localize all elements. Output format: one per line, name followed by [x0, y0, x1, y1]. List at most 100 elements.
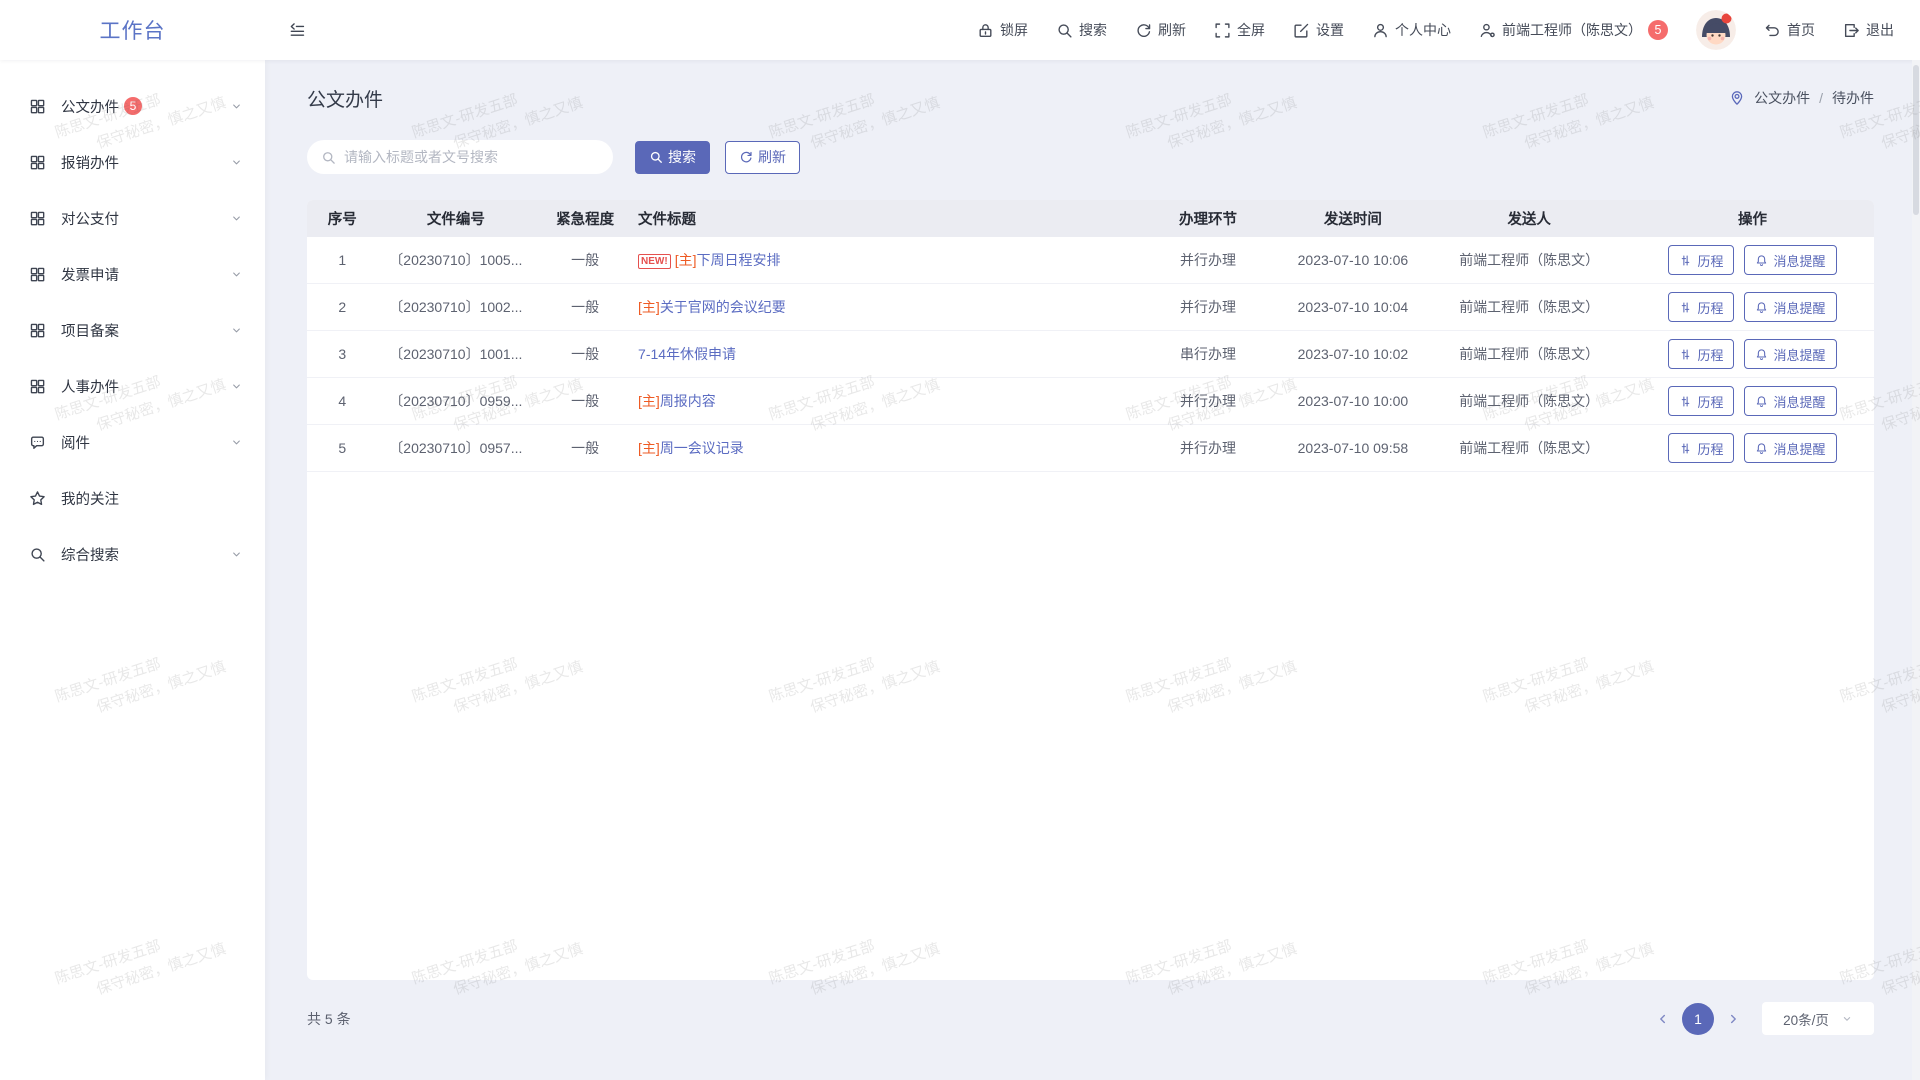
refresh-button[interactable]: 刷新	[725, 141, 800, 174]
table-row: 4〔20230710〕0959...一般[主]周报内容并行办理2023-07-1…	[307, 378, 1874, 425]
star-icon	[29, 490, 46, 507]
sidebar-item-docs[interactable]: 公文办件 5	[0, 78, 265, 134]
page-number-1[interactable]: 1	[1682, 1003, 1714, 1035]
action-button-label: 历程	[1697, 345, 1723, 364]
header-action-settings[interactable]: 设置	[1293, 20, 1344, 40]
grid-icon	[29, 154, 46, 171]
history-button[interactable]: 历程	[1668, 339, 1734, 369]
refresh-button-label: 刷新	[758, 147, 786, 167]
lock-icon	[977, 22, 994, 39]
document-title-link[interactable]: 7-14年休假申请	[638, 346, 736, 362]
header-action-lock[interactable]: 锁屏	[977, 20, 1028, 40]
cell-sender: 前端工程师（陈思文）	[1427, 438, 1631, 458]
refresh-icon	[739, 150, 753, 164]
cell-time: 2023-07-10 10:06	[1278, 252, 1427, 268]
header-action-refresh[interactable]: 刷新	[1135, 20, 1186, 40]
cell-actions: 历程 消息提醒	[1631, 245, 1874, 275]
cell-step: 并行办理	[1137, 250, 1278, 270]
message-remind-button[interactable]: 消息提醒	[1744, 339, 1836, 369]
chevron-down-icon	[230, 100, 243, 113]
header-action-label: 锁屏	[1000, 20, 1028, 40]
new-badge: NEW!	[638, 254, 671, 269]
history-button[interactable]: 历程	[1668, 292, 1734, 322]
message-icon	[29, 434, 46, 451]
document-title-link[interactable]: [主]下周日程安排	[675, 252, 781, 268]
message-remind-button[interactable]: 消息提醒	[1744, 386, 1836, 416]
search-icon	[649, 150, 663, 164]
document-title-link[interactable]: [主]周一会议记录	[638, 440, 744, 456]
header-action-fullscreen[interactable]: 全屏	[1214, 20, 1265, 40]
header-action-profile[interactable]: 个人中心	[1372, 20, 1451, 40]
sidebar-item-payment[interactable]: 对公支付	[0, 190, 265, 246]
bell-icon	[1755, 301, 1768, 314]
sidebar-item-reimburse[interactable]: 报销办件	[0, 134, 265, 190]
breadcrumb-separator: /	[1819, 90, 1823, 106]
document-title-link[interactable]: [主]关于官网的会议纪要	[638, 299, 786, 315]
sidebar-item-reading[interactable]: 阅件	[0, 414, 265, 470]
cell-time: 2023-07-10 10:04	[1278, 299, 1427, 315]
sidebar-item-invoice[interactable]: 发票申请	[0, 246, 265, 302]
cell-doc-no: 〔20230710〕0959...	[378, 391, 535, 411]
history-button[interactable]: 历程	[1668, 386, 1734, 416]
location-pin-icon	[1729, 90, 1745, 106]
bell-icon	[1755, 348, 1768, 361]
action-button-label: 消息提醒	[1773, 345, 1825, 364]
cell-no: 3	[307, 346, 378, 362]
sidebar-item-badge: 5	[124, 97, 142, 115]
page-size-select[interactable]: 20条/页	[1762, 1002, 1874, 1035]
breadcrumb-root[interactable]: 公文办件	[1754, 88, 1810, 108]
history-button[interactable]: 历程	[1668, 433, 1734, 463]
cell-no: 1	[307, 252, 378, 268]
current-user[interactable]: 前端工程师（陈思文） 5	[1479, 20, 1668, 40]
scrollbar-thumb[interactable]	[1913, 65, 1919, 215]
header-action-label: 搜索	[1079, 20, 1107, 40]
action-button-label: 消息提醒	[1773, 251, 1825, 270]
message-remind-button[interactable]: 消息提醒	[1744, 292, 1836, 322]
sliders-icon	[1679, 348, 1692, 361]
table-row: 2〔20230710〕1002...一般[主]关于官网的会议纪要并行办理2023…	[307, 284, 1874, 331]
cell-urgency: 一般	[534, 438, 636, 458]
bell-icon	[1755, 254, 1768, 267]
document-title-link[interactable]: [主]周报内容	[638, 393, 716, 409]
table-body: 1〔20230710〕1005...一般NEW![主]下周日程安排并行办理202…	[307, 237, 1874, 472]
sidebar-item-label: 人事办件	[61, 376, 119, 397]
action-button-label: 历程	[1697, 251, 1723, 270]
message-remind-button[interactable]: 消息提醒	[1744, 433, 1836, 463]
home-button[interactable]: 首页	[1764, 20, 1815, 40]
next-page-button[interactable]	[1722, 1008, 1744, 1030]
sidebar-item-global-search[interactable]: 综合搜索	[0, 526, 265, 582]
cell-sender: 前端工程师（陈思文）	[1427, 250, 1631, 270]
logout-button[interactable]: 退出	[1843, 20, 1894, 40]
chevron-down-icon	[230, 156, 243, 169]
sidebar-item-project[interactable]: 项目备案	[0, 302, 265, 358]
cell-actions: 历程 消息提醒	[1631, 433, 1874, 463]
sliders-icon	[1679, 254, 1692, 267]
search-button-label: 搜索	[668, 147, 696, 167]
avatar[interactable]	[1696, 10, 1736, 50]
cell-urgency: 一般	[534, 391, 636, 411]
action-button-label: 历程	[1697, 439, 1723, 458]
sidebar-item-label: 报销办件	[61, 152, 119, 173]
main-content: 公文办件 公文办件 / 待办件	[265, 60, 1920, 1080]
sidebar-item-hr[interactable]: 人事办件	[0, 358, 265, 414]
cell-no: 5	[307, 440, 378, 456]
column-header-doc-no: 文件编号	[378, 208, 535, 229]
search-button[interactable]: 搜索	[635, 141, 710, 174]
bell-icon	[1755, 395, 1768, 408]
search-icon	[29, 546, 46, 563]
search-input[interactable]	[344, 149, 599, 165]
sidebar-item-label: 公文办件	[61, 96, 119, 117]
fullscreen-icon	[1214, 22, 1231, 39]
header-action-search[interactable]: 搜索	[1056, 20, 1107, 40]
doc-title-text: 7-14年休假申请	[638, 346, 736, 362]
grid-icon	[29, 378, 46, 395]
cell-sender: 前端工程师（陈思文）	[1427, 297, 1631, 317]
message-remind-button[interactable]: 消息提醒	[1744, 245, 1836, 275]
doc-tag: [主]	[638, 393, 660, 409]
history-button[interactable]: 历程	[1668, 245, 1734, 275]
grid-icon	[29, 210, 46, 227]
prev-page-button[interactable]	[1652, 1008, 1674, 1030]
doc-title-text: 周一会议记录	[660, 440, 744, 456]
sidebar-item-follow[interactable]: 我的关注	[0, 470, 265, 526]
menu-fold-icon[interactable]	[289, 22, 306, 39]
